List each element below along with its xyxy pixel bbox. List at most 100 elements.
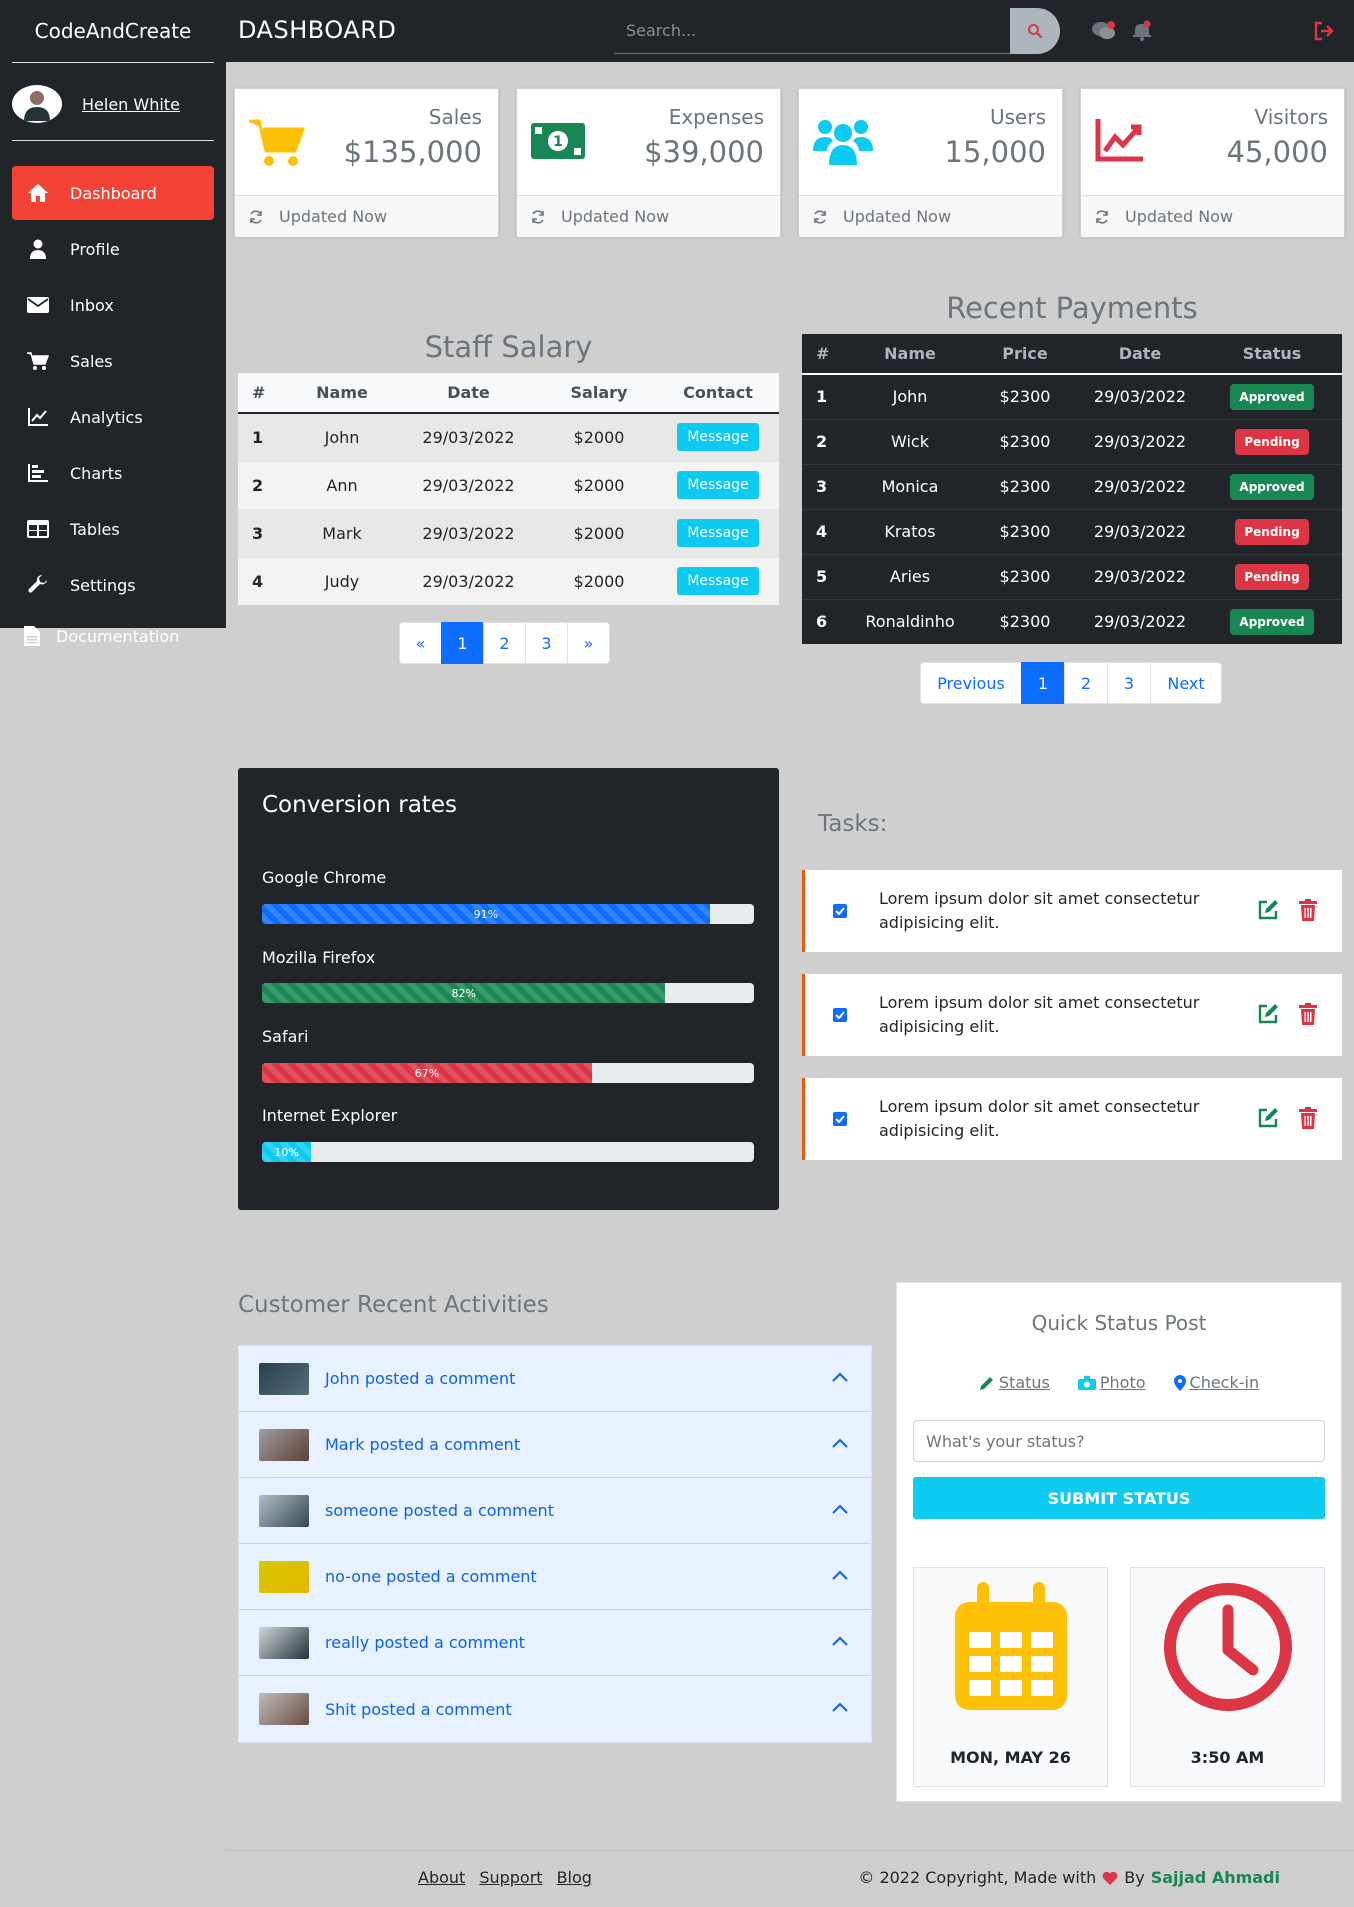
chat-icon[interactable] — [1090, 17, 1118, 45]
footer-link-about[interactable]: About — [418, 1868, 465, 1887]
cell-num: 6 — [802, 598, 848, 644]
pagination-page-3[interactable]: 3 — [525, 622, 568, 664]
user-name[interactable]: Helen White — [82, 95, 180, 114]
footer-link-blog[interactable]: Blog — [557, 1868, 592, 1887]
chevron-up-icon[interactable] — [831, 1503, 849, 1515]
accordion-item[interactable]: John posted a comment — [239, 1346, 871, 1412]
tasks-title: Tasks: — [818, 811, 888, 837]
sidebar-item-label: Settings — [70, 575, 136, 595]
sidebar-item-documentation[interactable]: Documentation — [24, 626, 179, 646]
author-link[interactable]: Sajjad Ahmadi — [1151, 1868, 1280, 1887]
message-button[interactable]: Message — [677, 471, 759, 499]
trash-icon[interactable] — [1299, 1003, 1317, 1025]
accordion-item[interactable]: Shit posted a comment — [239, 1676, 871, 1742]
conversion-label: Safari — [262, 1027, 309, 1046]
accordion-item[interactable]: no-one posted a comment — [239, 1544, 871, 1610]
cell-date: 29/03/2022 — [1078, 463, 1202, 509]
refresh-icon — [1095, 209, 1109, 224]
status-link[interactable]: Status — [979, 1373, 1050, 1392]
task-checkbox[interactable] — [833, 904, 847, 918]
search-button[interactable] — [1010, 8, 1060, 54]
pagination-page-3[interactable]: 3 — [1107, 662, 1151, 704]
stat-footer-text: Updated Now — [279, 207, 388, 226]
sidebar: Helen White Dashboard Profile Inbox Sale… — [0, 62, 226, 628]
chevron-up-icon[interactable] — [831, 1437, 849, 1449]
accordion-item[interactable]: someone posted a comment — [239, 1478, 871, 1544]
trash-icon[interactable] — [1299, 1107, 1317, 1129]
sidebar-item-dashboard[interactable]: Dashboard — [12, 166, 214, 220]
search-input[interactable] — [614, 8, 1010, 54]
cart-icon — [26, 349, 50, 373]
photo-link[interactable]: Photo — [1077, 1373, 1146, 1392]
task-checkbox[interactable] — [833, 1112, 847, 1126]
checkin-link[interactable]: Check-in — [1173, 1373, 1260, 1392]
message-button[interactable]: Message — [677, 519, 759, 547]
sidebar-item-label: Inbox — [70, 295, 114, 315]
user-profile[interactable]: Helen White — [12, 82, 180, 126]
sidebar-item-analytics[interactable]: Analytics — [12, 390, 214, 444]
search-icon — [1028, 24, 1043, 39]
pagination-prev[interactable]: « — [399, 622, 442, 664]
cell-num: 4 — [238, 556, 288, 605]
sidebar-item-profile[interactable]: Profile — [12, 222, 214, 276]
brand-logo[interactable]: CodeAndCreate — [0, 0, 226, 62]
footer-link-support[interactable]: Support — [479, 1868, 542, 1887]
edit-icon[interactable] — [1257, 1107, 1279, 1129]
bell-icon[interactable] — [1128, 17, 1156, 45]
sidebar-item-tables[interactable]: Tables — [12, 502, 214, 556]
task-checkbox[interactable] — [833, 1008, 847, 1022]
sidebar-item-inbox[interactable]: Inbox — [12, 278, 214, 332]
status-badge: Approved — [1230, 608, 1314, 635]
status-badge: Approved — [1230, 473, 1314, 500]
cell-date: 29/03/2022 — [396, 508, 541, 557]
divider — [12, 62, 214, 63]
search-bar — [614, 8, 1060, 54]
pagination-page-1[interactable]: 1 — [441, 622, 484, 664]
chevron-up-icon[interactable] — [831, 1569, 849, 1581]
cell-date: 29/03/2022 — [396, 412, 541, 461]
clock-icon — [1131, 1582, 1324, 1712]
column-header: Name — [848, 334, 972, 375]
submit-status-button[interactable]: SUBMIT STATUS — [913, 1477, 1325, 1519]
divider — [12, 140, 214, 141]
progress-bar: 10% — [262, 1142, 754, 1162]
message-button[interactable]: Message — [677, 567, 759, 596]
trash-icon[interactable] — [1299, 899, 1317, 921]
accordion-item[interactable]: really posted a comment — [239, 1610, 871, 1676]
stat-footer: Updated Now — [799, 195, 1062, 237]
staff-salary-title: Staff Salary — [424, 330, 593, 364]
table-row: 3 Monica $2300 29/03/2022 Approved — [802, 463, 1342, 509]
cell-name: Judy — [288, 556, 396, 605]
chevron-up-icon[interactable] — [831, 1635, 849, 1647]
cell-date: 29/03/2022 — [1078, 418, 1202, 464]
column-header: Status — [1202, 334, 1342, 375]
sidebar-item-label: Charts — [70, 463, 123, 483]
pagination-page-2[interactable]: 2 — [483, 622, 526, 664]
message-button[interactable]: Message — [677, 423, 759, 452]
pagination-prev[interactable]: Previous — [920, 662, 1022, 704]
status-badge: Pending — [1235, 563, 1309, 590]
task-item: Lorem ipsum dolor sit amet consectetur a… — [802, 870, 1342, 952]
sidebar-item-charts[interactable]: Charts — [12, 446, 214, 500]
accordion-item[interactable]: Mark posted a comment — [239, 1412, 871, 1478]
cell-num: 2 — [238, 460, 288, 509]
stat-footer: Updated Now — [1081, 195, 1344, 237]
progress-fill: 67% — [262, 1063, 592, 1083]
progress-text: 10% — [274, 1145, 299, 1159]
chevron-up-icon[interactable] — [831, 1701, 849, 1713]
edit-icon[interactable] — [1257, 1003, 1279, 1025]
pagination-page-2[interactable]: 2 — [1064, 662, 1108, 704]
progress-fill: 91% — [262, 904, 710, 924]
edit-icon[interactable] — [1257, 899, 1279, 921]
status-input[interactable] — [913, 1420, 1325, 1462]
pagination-page-1[interactable]: 1 — [1021, 662, 1065, 704]
logout-icon[interactable] — [1310, 17, 1338, 45]
cell-salary: $2000 — [541, 556, 657, 605]
pagination-next[interactable]: » — [567, 622, 610, 664]
checkin-link-label: Check-in — [1189, 1373, 1260, 1392]
sidebar-item-sales[interactable]: Sales — [12, 334, 214, 388]
sidebar-item-settings[interactable]: Settings — [12, 558, 214, 612]
chevron-up-icon[interactable] — [831, 1371, 849, 1383]
copyright-text: © 2022 Copyright, Made with — [858, 1868, 1097, 1887]
pagination-next[interactable]: Next — [1150, 662, 1222, 704]
